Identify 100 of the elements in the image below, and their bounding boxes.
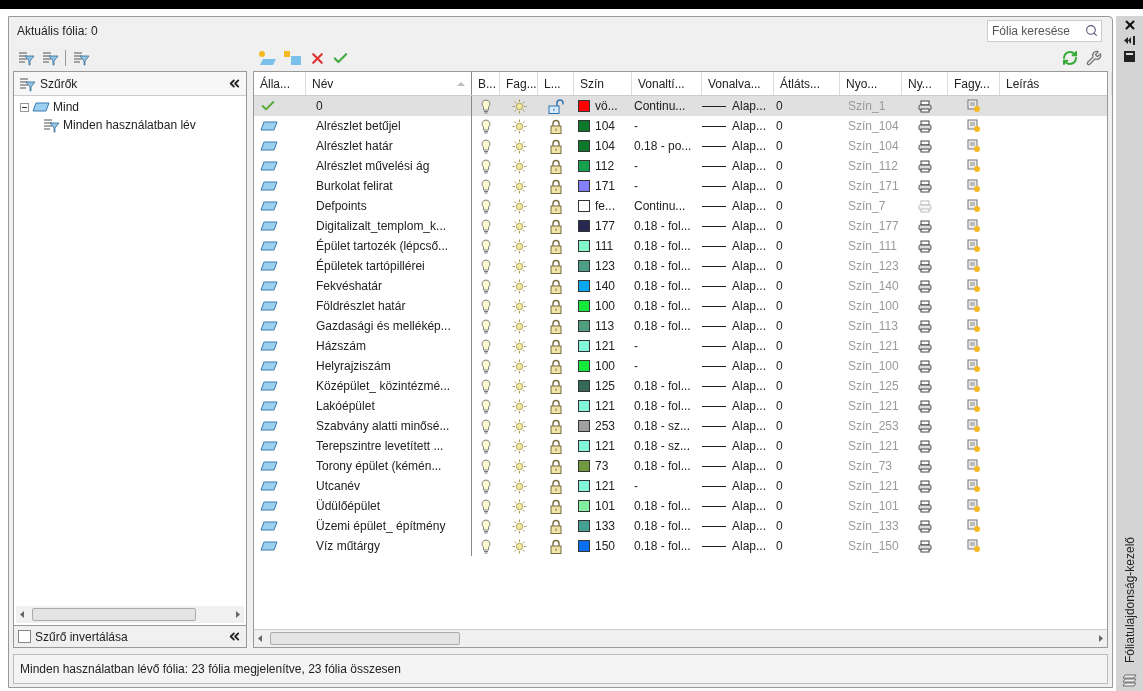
color-swatch[interactable] bbox=[578, 220, 590, 232]
column-header[interactable]: Vonaltí... bbox=[632, 72, 702, 95]
layer-row[interactable]: Defpoints fe... Continu... Alap... 0 Szín_7 bbox=[254, 196, 1107, 216]
printer-icon[interactable] bbox=[918, 319, 932, 333]
color-swatch[interactable] bbox=[578, 260, 590, 272]
color-swatch[interactable] bbox=[578, 440, 590, 452]
color-swatch[interactable] bbox=[578, 420, 590, 432]
filter-icon[interactable] bbox=[42, 117, 60, 133]
padlock-icon[interactable] bbox=[550, 438, 562, 454]
layer-row[interactable]: Utcanév 121 - Alap... 0 Szín_121 bbox=[254, 476, 1107, 496]
lightbulb-icon[interactable] bbox=[481, 418, 491, 434]
padlock-icon[interactable] bbox=[550, 258, 562, 274]
printer-icon[interactable] bbox=[918, 459, 932, 473]
lightbulb-icon[interactable] bbox=[481, 98, 491, 114]
layer-row[interactable]: Alrészlet betűjel 104 - Alap... 0 Szín_104 bbox=[254, 116, 1107, 136]
layer-row[interactable]: Terepszintre levetített ... 121 0.18 - sz... Alap... 0 Szín_121 bbox=[254, 436, 1107, 456]
lightbulb-icon[interactable] bbox=[481, 438, 491, 454]
sun-icon[interactable] bbox=[511, 258, 527, 274]
settings-button[interactable] bbox=[1086, 50, 1102, 66]
printer-icon[interactable] bbox=[918, 119, 932, 133]
lightbulb-icon[interactable] bbox=[481, 178, 491, 194]
layer-row[interactable]: Üdülőépület 101 0.18 - fol... Alap... 0 Szín_101 bbox=[254, 496, 1107, 516]
color-swatch[interactable] bbox=[578, 100, 590, 112]
printer-icon[interactable] bbox=[918, 419, 932, 433]
printer-icon[interactable] bbox=[918, 399, 932, 413]
printer-icon[interactable] bbox=[918, 339, 932, 353]
lightbulb-icon[interactable] bbox=[481, 298, 491, 314]
layer-states-button[interactable] bbox=[72, 50, 90, 66]
printer-icon[interactable] bbox=[918, 139, 932, 153]
padlock-icon[interactable] bbox=[550, 318, 562, 334]
padlock-icon[interactable] bbox=[550, 458, 562, 474]
color-swatch[interactable] bbox=[578, 280, 590, 292]
layer-row[interactable]: Digitalizalt_templom_k... 177 0.18 - fol... Alap... 0 Szín_177 bbox=[254, 216, 1107, 236]
sun-icon[interactable] bbox=[511, 238, 527, 254]
sun-icon[interactable] bbox=[511, 278, 527, 294]
printer-icon[interactable] bbox=[918, 159, 932, 173]
sun-icon[interactable] bbox=[511, 198, 527, 214]
printer-icon[interactable] bbox=[918, 499, 932, 513]
scroll-left-icon[interactable] bbox=[258, 635, 262, 642]
auto-hide-button[interactable] bbox=[1124, 36, 1135, 45]
scroll-right-icon[interactable] bbox=[236, 611, 240, 618]
tree-item[interactable]: Mind bbox=[53, 98, 79, 116]
column-header[interactable]: Átláts... bbox=[774, 72, 840, 95]
scroll-left-icon[interactable] bbox=[20, 611, 24, 618]
column-header[interactable]: Vonalva... bbox=[702, 72, 774, 95]
color-swatch[interactable] bbox=[578, 540, 590, 552]
lightbulb-icon[interactable] bbox=[481, 198, 491, 214]
column-header[interactable]: Ny... bbox=[902, 72, 948, 95]
invert-checkbox[interactable] bbox=[18, 630, 31, 643]
close-button[interactable] bbox=[1122, 18, 1137, 32]
sun-icon[interactable] bbox=[511, 318, 527, 334]
new-filter-button[interactable] bbox=[17, 50, 35, 66]
padlock-icon[interactable] bbox=[550, 498, 562, 514]
printer-icon[interactable] bbox=[918, 479, 932, 493]
padlock-icon[interactable] bbox=[550, 418, 562, 434]
padlock-icon[interactable] bbox=[550, 538, 562, 554]
sun-icon[interactable] bbox=[511, 378, 527, 394]
color-swatch[interactable] bbox=[578, 180, 590, 192]
search-field[interactable]: Fólia keresése bbox=[987, 20, 1102, 42]
lightbulb-icon[interactable] bbox=[481, 118, 491, 134]
color-swatch[interactable] bbox=[578, 300, 590, 312]
layer-row[interactable]: Épületek tartópillérei 123 0.18 - fol... Alap... 0 Szín_123 bbox=[254, 256, 1107, 276]
tree-toggle[interactable] bbox=[20, 102, 29, 112]
padlock-icon[interactable] bbox=[550, 118, 562, 134]
color-swatch[interactable] bbox=[578, 500, 590, 512]
refresh-button[interactable] bbox=[1062, 50, 1078, 66]
column-header[interactable]: Nyo... bbox=[840, 72, 902, 95]
lightbulb-icon[interactable] bbox=[481, 158, 491, 174]
sun-icon[interactable] bbox=[511, 218, 527, 234]
horizontal-scrollbar[interactable] bbox=[254, 629, 1107, 647]
printer-icon[interactable] bbox=[918, 259, 932, 273]
filter-icon[interactable] bbox=[18, 75, 36, 92]
group-filter-button[interactable] bbox=[41, 50, 59, 66]
printer-icon[interactable] bbox=[918, 379, 932, 393]
sun-icon[interactable] bbox=[511, 158, 527, 174]
sun-icon[interactable] bbox=[511, 418, 527, 434]
printer-icon[interactable] bbox=[918, 519, 932, 533]
layer-row[interactable]: Helyrajziszám 100 - Alap... 0 Szín_100 bbox=[254, 356, 1107, 376]
lightbulb-icon[interactable] bbox=[481, 498, 491, 514]
color-swatch[interactable] bbox=[578, 200, 590, 212]
color-swatch[interactable] bbox=[578, 400, 590, 412]
column-header[interactable]: Fagy... bbox=[948, 72, 1000, 95]
printer-icon[interactable] bbox=[918, 539, 932, 553]
sun-icon[interactable] bbox=[511, 138, 527, 154]
layer-row[interactable]: Középület_ közintézmé... 125 0.18 - fol... Alap... 0 Szín_125 bbox=[254, 376, 1107, 396]
column-header[interactable]: L... bbox=[538, 72, 574, 95]
color-swatch[interactable] bbox=[578, 240, 590, 252]
sun-icon[interactable] bbox=[511, 458, 527, 474]
lightbulb-icon[interactable] bbox=[481, 518, 491, 534]
printer-icon[interactable] bbox=[918, 439, 932, 453]
padlock-icon[interactable] bbox=[550, 378, 562, 394]
layer-row[interactable]: Gazdasági és mellékép... 113 0.18 - fol... Alap... 0 Szín_113 bbox=[254, 316, 1107, 336]
printer-icon[interactable] bbox=[918, 279, 932, 293]
padlock-icon[interactable] bbox=[550, 518, 562, 534]
color-swatch[interactable] bbox=[578, 380, 590, 392]
sun-icon[interactable] bbox=[511, 478, 527, 494]
padlock-icon[interactable] bbox=[550, 398, 562, 414]
layer-row[interactable]: Alrészlet művelési ág 112 - Alap... 0 Szín_112 bbox=[254, 156, 1107, 176]
color-swatch[interactable] bbox=[578, 140, 590, 152]
sun-icon[interactable] bbox=[511, 398, 527, 414]
